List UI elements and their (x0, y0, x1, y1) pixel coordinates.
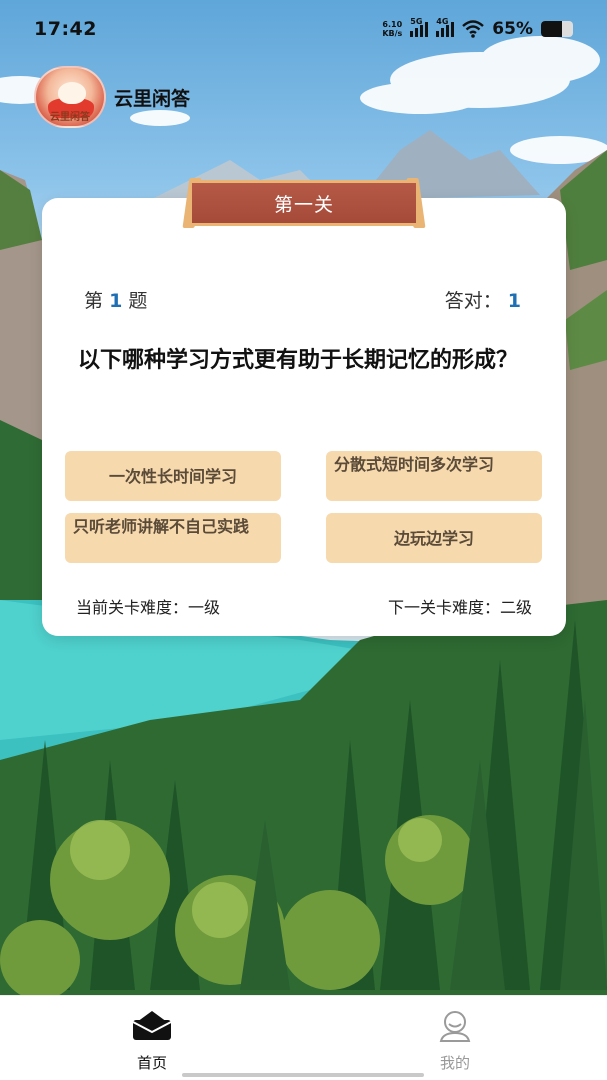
nav-label-mine: 我的 (439, 1054, 470, 1072)
logo-cat-face (58, 82, 86, 104)
status-icons: 6.10 KB/s 5G 4G 65% (382, 17, 573, 39)
answer-option-2[interactable]: 分散式短时间多次学习 (326, 451, 542, 501)
wifi-icon (462, 20, 485, 38)
correct-counter: 答对： 1 (445, 286, 521, 313)
answer-option-4[interactable]: 边玩边学习 (326, 513, 542, 563)
status-time: 17:42 (34, 18, 97, 40)
correct-count: 1 (507, 290, 521, 312)
correct-label: 答对： (444, 290, 502, 312)
app-name: 云里闲答 (114, 87, 191, 110)
app-logo[interactable]: 云里闲答 (34, 66, 106, 128)
difficulty-info: 当前关卡难度：一级 下一关卡难度：二级 (76, 594, 532, 618)
battery-icon (541, 21, 573, 37)
level-banner: 第一关 (182, 178, 426, 228)
answer-option-label: 只听老师讲解不自己实践 (73, 517, 250, 536)
quiz-card (42, 198, 566, 636)
signal-4g-label: 4G (436, 17, 449, 26)
status-bar: 17:42 6.10 KB/s 5G 4G 65% (0, 0, 607, 58)
question-number: 1 (109, 290, 123, 312)
user-icon (439, 1011, 471, 1042)
app-header: 云里闲答 云里闲答 (34, 66, 190, 128)
level-title: 第一关 (192, 180, 416, 226)
battery-percent: 65% (492, 19, 533, 39)
question-text: 以下哪种学习方式更有助于长期记忆的形成？ (78, 348, 519, 373)
nav-item-home[interactable]: 首页 (112, 1010, 192, 1073)
answer-option-3[interactable]: 只听老师讲解不自己实践 (65, 513, 281, 563)
net-speed-unit: KB/s (382, 29, 403, 38)
net-speed-value: 6.10 (382, 20, 403, 29)
answer-option-label: 一次性长时间学习 (108, 466, 237, 486)
question-counter: 第 1 题 (84, 286, 147, 313)
logo-text: 云里闲答 (50, 112, 90, 123)
question-meta: 第 1 题 答对： 1 (84, 286, 521, 313)
gesture-home-bar[interactable] (182, 1073, 424, 1077)
answer-option-1[interactable]: 一次性长时间学习 (65, 451, 281, 501)
home-icon (132, 1011, 172, 1040)
signal-5g-label: 5G (410, 17, 423, 26)
net-speed-indicator: 6.10 KB/s (382, 20, 402, 38)
next-difficulty: 下一关卡难度：二级 (387, 598, 532, 617)
bottom-nav: 首页 我的 (0, 995, 607, 1080)
answer-option-label: 边玩边学习 (393, 528, 474, 548)
nav-label-home: 首页 (136, 1054, 167, 1072)
current-difficulty: 当前关卡难度：一级 (76, 598, 221, 617)
answer-option-label: 分散式短时间多次学习 (334, 455, 495, 474)
signal-5g-icon: 5G (410, 17, 429, 37)
question-suffix: 题 (128, 290, 148, 312)
signal-4g-icon: 4G (436, 17, 455, 37)
question-prefix: 第 (84, 290, 104, 312)
nav-item-mine[interactable]: 我的 (415, 1010, 495, 1073)
